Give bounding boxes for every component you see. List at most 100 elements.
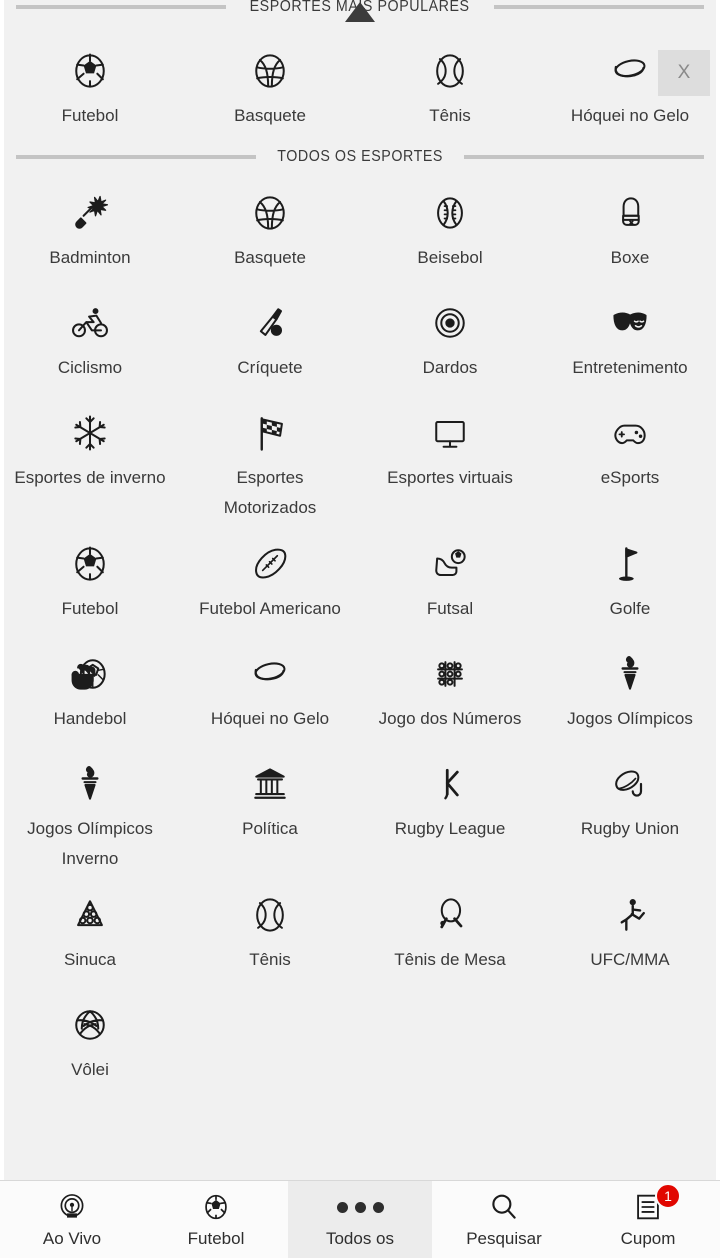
sport-label: Futsal — [426, 599, 474, 618]
futsal-shoe-icon — [428, 541, 472, 587]
hockey-puck-icon — [248, 651, 292, 697]
sport-label: Vôlei — [71, 1060, 109, 1079]
broadcast-icon — [55, 1190, 89, 1224]
sport-tile[interactable]: UFC/MMA — [540, 874, 720, 984]
shuttlecock-icon — [68, 190, 112, 236]
sport-tile[interactable]: Sinuca — [0, 874, 180, 984]
billiard-rack-icon — [68, 892, 112, 938]
sport-label: Dardos — [422, 358, 478, 377]
sport-tile[interactable]: Rugby Union — [540, 743, 720, 874]
hockey-puck-icon — [608, 48, 652, 94]
nav-label: Pesquisar — [466, 1229, 542, 1248]
sport-label: Tênis — [429, 106, 471, 125]
sport-tile[interactable]: Futebol — [0, 22, 180, 140]
sport-tile[interactable]: Golfe — [540, 523, 720, 633]
sport-tile[interactable]: Rugby League — [360, 743, 540, 874]
sport-tile[interactable]: Futebol Americano — [180, 523, 360, 633]
rugby-union-icon — [608, 761, 652, 807]
dartboard-icon — [428, 300, 472, 346]
sport-label: Tênis — [249, 950, 291, 969]
baseball-icon — [428, 190, 472, 236]
rule-left — [16, 5, 227, 9]
snowflake-icon — [68, 410, 112, 456]
handball-icon — [68, 651, 112, 697]
bottom-navigation-bar: Ao Vivo Futebol Todos os Pesquisar 1 Cupom — [0, 1180, 720, 1258]
sport-tile[interactable]: Boxe — [540, 172, 720, 282]
sport-label: Golfe — [609, 599, 651, 618]
monitor-icon — [428, 410, 472, 456]
tennis-ball-icon — [428, 48, 472, 94]
checkered-flag-icon — [248, 410, 292, 456]
gamepad-icon — [608, 410, 652, 456]
basketball-icon — [248, 190, 292, 236]
sport-tile[interactable]: Política — [180, 743, 360, 874]
sports-scroll-area[interactable]: ESPORTES MAIS POPULARES Futebol Basquete T… — [0, 0, 720, 1180]
section-title-all: TODOS OS ESPORTES — [277, 148, 443, 165]
sport-tile[interactable]: Handebol — [0, 633, 180, 743]
nav-item-pesquisar[interactable]: Pesquisar — [432, 1181, 576, 1258]
sport-label: Jogo dos Números — [378, 709, 522, 728]
olympic-torch-icon — [68, 761, 112, 807]
sport-tile[interactable]: Badminton — [0, 172, 180, 282]
sport-label: Sinuca — [64, 950, 116, 969]
boxing-glove-icon — [608, 190, 652, 236]
nav-label: Cupom — [620, 1229, 676, 1248]
nav-item-todos-os[interactable]: Todos os — [288, 1181, 432, 1258]
sport-tile[interactable]: Ciclismo — [0, 282, 180, 392]
rule-left — [16, 155, 256, 159]
nav-label: Todos os — [325, 1229, 395, 1248]
rule-right — [493, 5, 705, 9]
sport-label: eSports — [600, 468, 660, 487]
sport-tile[interactable]: Tênis de Mesa — [360, 874, 540, 984]
sport-label: Futebol Americano — [199, 599, 341, 618]
sport-label: Boxe — [610, 248, 650, 267]
sport-tile[interactable]: Esportes de inverno — [0, 392, 180, 523]
sport-tile[interactable]: Jogos Olímpicos Inverno — [0, 743, 180, 874]
up-caret-icon — [345, 2, 375, 22]
nav-item-ao-vivo[interactable]: Ao Vivo — [0, 1181, 144, 1258]
sport-tile[interactable]: Dardos — [360, 282, 540, 392]
sport-tile[interactable]: Hóquei no Gelo — [180, 633, 360, 743]
soccer-ball-icon — [68, 48, 112, 94]
cricket-bat-icon — [248, 300, 292, 346]
sports-menu-overlay: X ESPORTES MAIS POPULARES Futebol Basquet… — [0, 0, 720, 1258]
nav-item-cupom[interactable]: 1 Cupom — [576, 1181, 720, 1258]
sport-tile[interactable]: Futebol — [0, 523, 180, 633]
sport-label: Rugby Union — [580, 819, 680, 838]
sport-label: Política — [242, 819, 298, 838]
sport-tile[interactable]: Esportes Motorizados — [180, 392, 360, 523]
sport-tile[interactable]: Tênis — [360, 22, 540, 140]
nav-item-futebol[interactable]: Futebol — [144, 1181, 288, 1258]
nav-label: Futebol — [187, 1229, 245, 1248]
sport-tile[interactable]: eSports — [540, 392, 720, 523]
tennis-ball-icon — [248, 892, 292, 938]
sport-label: Basquete — [234, 106, 306, 125]
sport-tile[interactable]: Vôlei — [0, 984, 180, 1094]
sport-label: Hóquei no Gelo — [210, 709, 330, 728]
sport-tile[interactable]: Entretenimento — [540, 282, 720, 392]
sport-label: Ciclismo — [57, 358, 123, 377]
close-button[interactable]: X — [658, 50, 710, 96]
sport-tile[interactable]: Jogo dos Números — [360, 633, 540, 743]
rule-right — [464, 155, 705, 159]
sport-tile[interactable]: Beisebol — [360, 172, 540, 282]
sport-tile[interactable]: Futsal — [360, 523, 540, 633]
sport-tile[interactable]: Jogos Olímpicos — [540, 633, 720, 743]
sport-tile[interactable]: Críquete — [180, 282, 360, 392]
sport-label: Futebol — [61, 599, 119, 618]
sport-label: Badminton — [49, 248, 131, 267]
sport-tile[interactable]: Tênis — [180, 874, 360, 984]
sport-tile[interactable]: Basquete — [180, 172, 360, 282]
search-icon — [487, 1190, 521, 1224]
government-building-icon — [248, 761, 292, 807]
sport-label: Rugby League — [394, 819, 506, 838]
golf-flag-icon — [608, 541, 652, 587]
theater-masks-icon — [608, 300, 652, 346]
popular-sports-grid: Futebol Basquete Tênis Hóquei no Gelo — [0, 22, 720, 140]
basketball-icon — [248, 48, 292, 94]
sport-label: Tênis de Mesa — [394, 950, 506, 969]
sport-tile[interactable]: Esportes virtuais — [360, 392, 540, 523]
ellipsis-icon — [336, 1201, 384, 1213]
sport-tile[interactable]: Basquete — [180, 22, 360, 140]
sport-label: Jogos Olímpicos Inverno — [27, 819, 153, 868]
